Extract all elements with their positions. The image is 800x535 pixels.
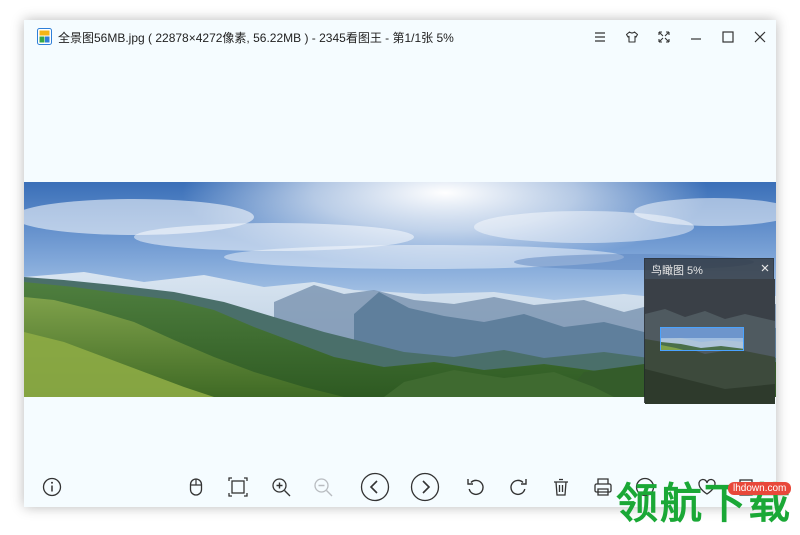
bird-view-viewport-picture: [661, 328, 743, 350]
bird-view-thumbnail[interactable]: [645, 279, 775, 404]
bird-view-title: 鸟瞰图 5%: [651, 265, 703, 277]
fullscreen-icon: [658, 31, 670, 43]
bird-view-panel[interactable]: 鸟瞰图 5%: [644, 258, 775, 404]
delete-button[interactable]: [546, 472, 576, 502]
rotate-right-icon: [510, 479, 527, 496]
bird-view-viewport-frame[interactable]: [660, 327, 744, 351]
fit-window-icon: [228, 477, 248, 497]
window-title: 全景图56MB.jpg ( 22878×4272像素, 56.22MB ) - …: [58, 31, 454, 45]
delete-icon: [554, 478, 568, 496]
bird-view-close-icon[interactable]: [759, 262, 771, 274]
previous-image-button[interactable]: [360, 472, 390, 502]
maximize-button[interactable]: [712, 20, 744, 54]
zoom-in-button[interactable]: [266, 472, 296, 502]
minimize-button[interactable]: [680, 20, 712, 54]
menu-button[interactable]: [584, 20, 616, 54]
minimize-icon: [691, 38, 701, 40]
fullscreen-button[interactable]: [648, 20, 680, 54]
skin-button[interactable]: [616, 20, 648, 54]
image-viewer-window: 全景图56MB.jpg ( 22878×4272像素, 56.22MB ) - …: [24, 20, 776, 507]
zoom-out-button[interactable]: [308, 472, 338, 502]
mouse-mode-button[interactable]: [181, 472, 211, 502]
zoom-in-icon: [272, 478, 291, 497]
rotate-right-button[interactable]: [503, 472, 533, 502]
app-logo-icon: [37, 28, 52, 45]
info-icon: [42, 477, 62, 497]
mouse-icon: [189, 478, 203, 496]
close-icon: [754, 31, 766, 43]
maximize-icon: [722, 31, 734, 43]
print-icon: [594, 478, 612, 496]
print-button[interactable]: [588, 472, 618, 502]
menu-icon: [595, 32, 605, 42]
watermark-url: lhdown.com: [728, 482, 792, 495]
next-image-button[interactable]: [410, 472, 440, 502]
site-watermark: 领航下载 lhdown.com: [616, 478, 800, 535]
prev-icon: [360, 472, 390, 502]
bird-view-header: 鸟瞰图 5%: [645, 259, 775, 279]
rotate-left-icon: [467, 479, 484, 496]
zoom-out-icon: [314, 478, 333, 497]
info-button[interactable]: [37, 472, 67, 502]
next-icon: [410, 472, 440, 502]
skin-icon: [625, 31, 639, 43]
close-button[interactable]: [744, 20, 776, 54]
fit-window-button[interactable]: [223, 472, 253, 502]
title-bar[interactable]: 全景图56MB.jpg ( 22878×4272像素, 56.22MB ) - …: [24, 20, 776, 54]
rotate-left-button[interactable]: [461, 472, 491, 502]
